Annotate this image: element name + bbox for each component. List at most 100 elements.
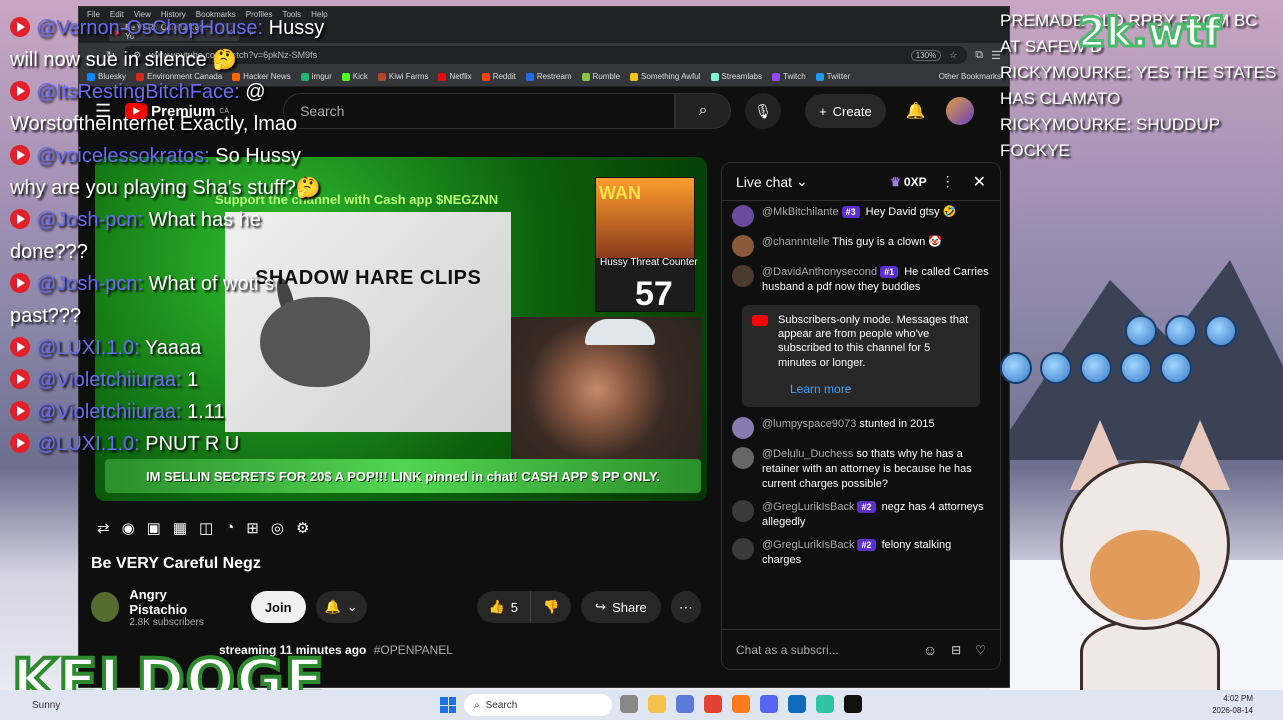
- create-button[interactable]: + Create: [805, 94, 886, 128]
- heart-icon[interactable]: ♡: [975, 643, 986, 657]
- loop-icon[interactable]: ⇄: [97, 519, 110, 537]
- more-options-icon[interactable]: ⋮: [941, 173, 955, 190]
- discord-icon[interactable]: [760, 695, 778, 713]
- video-title: Be VERY Careful Negz: [91, 555, 261, 572]
- overlay-chat-message: @Violetchiiuraa: 1.11: [10, 396, 330, 428]
- firefox-icon[interactable]: [732, 695, 750, 713]
- chevron-down-icon[interactable]: ⌄: [796, 173, 808, 190]
- settings-icon[interactable]: ⚙: [296, 519, 309, 537]
- chat-message: @GregLurikIsBack #2 felony stalking charg…: [722, 534, 1000, 572]
- chat-avatar[interactable]: [732, 447, 754, 470]
- calendar-icon[interactable]: ▦: [173, 519, 187, 537]
- voice-search-button[interactable]: 🎙: [745, 93, 782, 129]
- emote-icon: [1040, 352, 1072, 384]
- bookmark-item[interactable]: Kiwi Farms: [377, 72, 429, 81]
- bookmark-item[interactable]: Reddit: [481, 72, 516, 81]
- live-chat-title[interactable]: Live chat: [736, 174, 792, 190]
- taskbar-search[interactable]: ⌕ Search: [464, 694, 612, 716]
- copilot-icon[interactable]: [676, 695, 694, 713]
- other-bookmarks[interactable]: Other Bookmarks: [939, 72, 1001, 81]
- weather-widget[interactable]: Sunny: [32, 700, 60, 711]
- bookmark-label: Kiwi Farms: [388, 72, 429, 81]
- channel-name[interactable]: Angry Pistachio: [129, 587, 222, 617]
- chat-message: @Delulu_Duchess so thats why he has a re…: [722, 443, 1000, 496]
- overlay-chat-message: @Violetchiiuraa: 1: [10, 364, 330, 396]
- member-rank-badge: #1: [880, 266, 899, 279]
- stream-overlay-chat: @Vernon-OsChopHouse: Hussy will now sue …: [10, 12, 330, 460]
- notifications-icon[interactable]: 🔔: [906, 101, 926, 121]
- chat-message: @DavidAnthonysecond #1 He called Carries …: [722, 261, 1000, 299]
- bookmark-star-icon[interactable]: ☆: [949, 50, 957, 61]
- file-explorer-icon[interactable]: [648, 695, 666, 713]
- bookmark-item[interactable]: Kick: [341, 72, 368, 81]
- youtube-icon: [10, 369, 30, 389]
- add-icon[interactable]: ⊞: [246, 519, 259, 537]
- bookmark-item[interactable]: Twitter: [815, 72, 851, 81]
- chat-messages-top: @MkBitchilante #3 Hey David gtsy 🤣 @channn…: [722, 201, 1000, 299]
- chat-avatar[interactable]: [732, 235, 754, 257]
- chat-avatar[interactable]: [732, 537, 754, 560]
- super-chat-icon[interactable]: ⊟: [951, 643, 961, 657]
- system-clock[interactable]: 4:02 PM 2026-08-14: [1212, 693, 1253, 717]
- chat-avatar[interactable]: [732, 417, 754, 440]
- member-rank-badge: #2: [857, 501, 876, 514]
- task-view-icon[interactable]: [620, 695, 638, 713]
- bookmark-label: Twitter: [826, 72, 851, 81]
- xp-badge[interactable]: ♛ 0XP: [890, 175, 926, 189]
- bookmark-item[interactable]: Rumble: [581, 72, 620, 81]
- chat-username[interactable]: @channntelle: [762, 236, 829, 248]
- bookmark-icon: [630, 72, 639, 81]
- start-icon[interactable]: [440, 697, 456, 713]
- audio-icon[interactable]: ◉: [122, 519, 135, 537]
- chat-avatar[interactable]: [732, 205, 754, 227]
- overlay-text: 1: [187, 369, 199, 391]
- overlay-chat-message: @LUXI.1.0: PNUT R U: [10, 428, 330, 460]
- overlay-chat-message: @LUXI.1.0: Yaaaa: [10, 332, 330, 364]
- chat-avatar[interactable]: [732, 265, 754, 287]
- extensions-icon[interactable]: ⧉: [975, 49, 983, 62]
- search-button[interactable]: ⌕: [675, 93, 732, 129]
- close-icon[interactable]: ✕: [973, 172, 986, 192]
- zoom-badge[interactable]: 130%: [910, 49, 942, 61]
- chrome-icon[interactable]: [704, 695, 722, 713]
- chat-username[interactable]: @MkBitchilante: [762, 206, 839, 218]
- outlook-icon[interactable]: [788, 695, 806, 713]
- channel-avatar[interactable]: [91, 592, 120, 622]
- camera-icon[interactable]: ◎: [271, 519, 284, 537]
- chat-input[interactable]: Chat as a subscri... ☺ ⊟ ♡: [722, 629, 1000, 669]
- screenshot-icon[interactable]: ▣: [147, 519, 161, 537]
- emoji-icon[interactable]: ☺: [923, 642, 937, 658]
- overlay-text: PNUT R U: [145, 433, 240, 455]
- share-label: Share: [612, 599, 647, 615]
- bookmark-item[interactable]: Something Awful: [630, 72, 701, 81]
- like-dislike-group: 👍 5 👎: [476, 591, 572, 623]
- speed-icon[interactable]: ◔: [225, 519, 234, 537]
- chat-username[interactable]: @DavidAnthonysecond: [762, 266, 877, 278]
- share-button[interactable]: ↪ Share: [581, 591, 661, 623]
- join-button[interactable]: Join: [250, 591, 306, 623]
- chat-username[interactable]: @lumpyspace9073: [762, 418, 856, 430]
- account-avatar[interactable]: [945, 97, 974, 125]
- site-logo-2kwtf: 2k.wtf: [1076, 9, 1222, 58]
- chat-username[interactable]: @GregLurikIsBack: [762, 501, 854, 513]
- more-actions-button[interactable]: ⋯: [670, 591, 701, 623]
- bookmark-item[interactable]: Twitch: [772, 72, 806, 81]
- like-button[interactable]: 👍 5: [477, 591, 531, 623]
- live-chat-panel: Live chat ⌄ ♛ 0XP ⋮ ✕ @MkBitchilante #3 He…: [721, 162, 1001, 670]
- learn-more-link[interactable]: Learn more: [790, 382, 970, 398]
- chat-username[interactable]: @GregLurikIsBack: [762, 539, 854, 551]
- app-r-icon[interactable]: [844, 695, 862, 713]
- bookmark-item[interactable]: Netflix: [438, 72, 472, 81]
- bookmark-item[interactable]: Restream: [525, 72, 572, 81]
- chat-username[interactable]: @Delulu_Duchess: [762, 448, 853, 460]
- hashtag-link[interactable]: #OPENPANEL: [374, 643, 453, 657]
- bookmark-item[interactable]: Streamlabs: [710, 72, 762, 81]
- streamlabs-icon[interactable]: [816, 695, 834, 713]
- subscription-bell-button[interactable]: 🔔 ⌄: [315, 591, 367, 623]
- chat-avatar[interactable]: [732, 500, 754, 522]
- more-icon: ⋯: [678, 598, 693, 615]
- search-input[interactable]: Search: [283, 93, 676, 129]
- pip-icon[interactable]: ◫: [199, 519, 213, 537]
- dislike-button[interactable]: 👎: [531, 591, 571, 623]
- chat-message-body: @DavidAnthonysecond #1 He called Carries …: [762, 265, 990, 295]
